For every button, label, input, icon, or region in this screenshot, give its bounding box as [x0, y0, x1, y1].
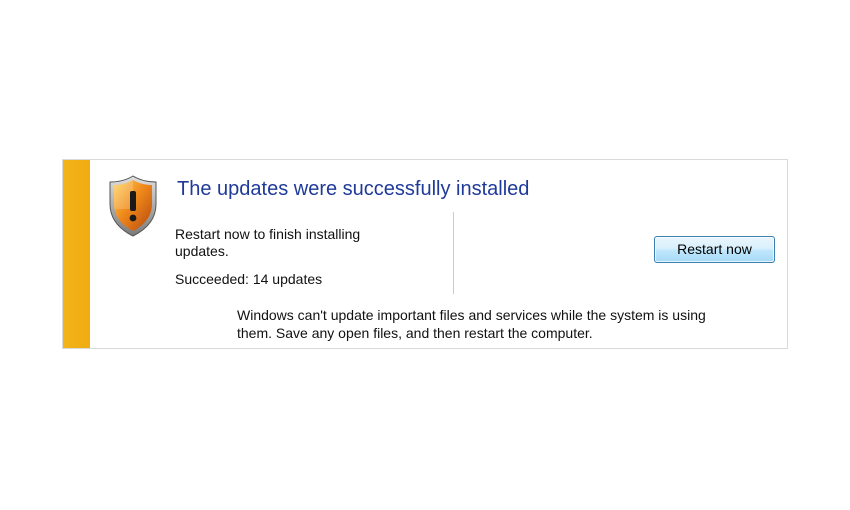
update-notification-panel: The updates were successfully installed … — [62, 159, 788, 349]
restart-now-button[interactable]: Restart now — [654, 236, 775, 263]
update-count-status: Succeeded: 14 updates — [175, 271, 323, 287]
shield-warning-icon — [107, 174, 159, 238]
notification-title: The updates were successfully installed — [177, 178, 530, 200]
status-accent-bar — [63, 160, 90, 348]
vertical-divider — [453, 212, 454, 294]
notification-description: Restart now to finish installing updates… — [175, 226, 361, 259]
restart-note: Windows can't update important files and… — [237, 307, 706, 341]
